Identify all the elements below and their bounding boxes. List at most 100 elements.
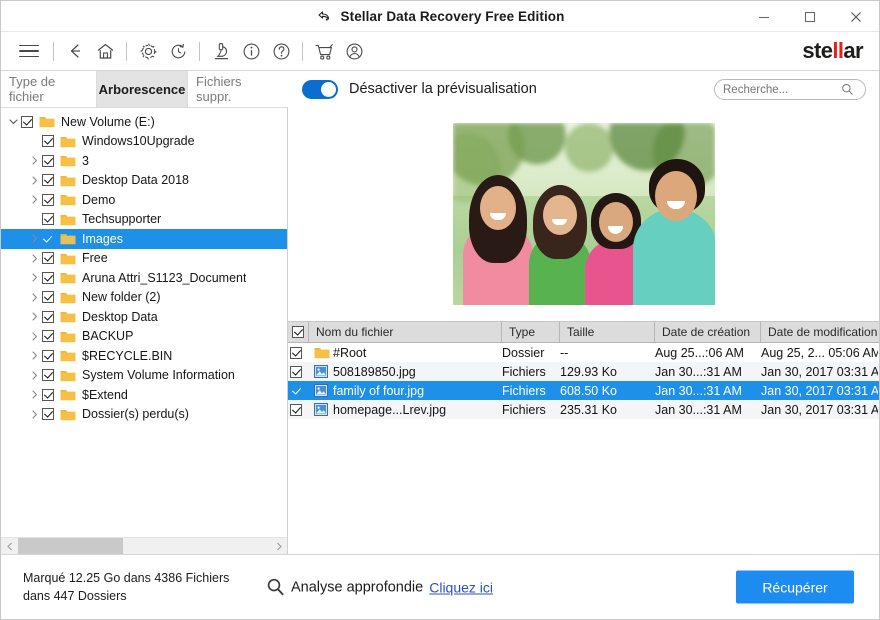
search-input[interactable]: [723, 83, 841, 96]
tree-item-checkbox[interactable]: [42, 233, 54, 245]
tree-item-checkbox[interactable]: [42, 388, 54, 401]
tree-expand-down-icon[interactable]: [5, 117, 21, 126]
row-checkbox[interactable]: [289, 346, 302, 359]
tree-expand-right-icon[interactable]: [26, 390, 42, 399]
tree-item-checkbox[interactable]: [42, 154, 54, 167]
tree-item-checkbox[interactable]: [42, 349, 54, 362]
user-account-icon[interactable]: [339, 36, 369, 66]
tab-file-type[interactable]: Type de fichier: [1, 71, 97, 107]
column-header-name[interactable]: Nom du fichier: [309, 322, 502, 342]
tree-item-checkbox[interactable]: [42, 252, 54, 265]
deep-scan-link[interactable]: Cliquez ici: [429, 579, 493, 595]
tree-item[interactable]: Aruna Attri_S1123_Document: [1, 268, 287, 288]
tree-item[interactable]: New Volume (E:): [1, 112, 287, 132]
scroll-track[interactable]: [18, 537, 270, 555]
tree-expand-right-icon[interactable]: [26, 195, 42, 204]
help-question-icon[interactable]: [266, 36, 296, 66]
tree-expand-right-icon[interactable]: [26, 234, 42, 243]
tree-item-checkbox[interactable]: [21, 115, 33, 128]
maximize-button[interactable]: [787, 1, 833, 32]
tree-item[interactable]: Free: [1, 249, 287, 269]
tree-horizontal-scrollbar[interactable]: [1, 537, 287, 555]
select-all-header[interactable]: [288, 322, 309, 342]
tree-item-checkbox[interactable]: [42, 310, 54, 323]
magnifier-icon: [266, 578, 285, 597]
tree-item-checkbox[interactable]: [42, 369, 54, 382]
select-all-checkbox[interactable]: [292, 326, 304, 338]
column-header-type[interactable]: Type: [502, 322, 560, 342]
cell-modified: Jan 30, 2017 03:31 AM: [761, 364, 878, 379]
row-checkbox[interactable]: [289, 403, 302, 416]
tree-expand-right-icon[interactable]: [26, 273, 42, 282]
table-row[interactable]: family of four.jpg Fichiers 608.50 Ko Jan 3…: [288, 381, 879, 400]
back-arrow-icon[interactable]: [60, 36, 90, 66]
folder-tree-panel[interactable]: New Volume (E:) Windows10Upgrade 3 Desktop …: [1, 107, 287, 537]
tree-item-checkbox[interactable]: [42, 291, 54, 304]
tree-item[interactable]: System Volume Information: [1, 366, 287, 386]
disable-preview-toggle[interactable]: [302, 79, 338, 99]
tree-item[interactable]: New folder (2): [1, 288, 287, 308]
image-file-icon: [314, 384, 328, 397]
tree-expand-right-icon[interactable]: [26, 371, 42, 380]
tree-item[interactable]: Demo: [1, 190, 287, 210]
tree-item-checkbox[interactable]: [42, 193, 54, 206]
tree-item-checkbox[interactable]: [42, 174, 54, 187]
tree-item[interactable]: Images: [1, 229, 287, 249]
scroll-thumb[interactable]: [18, 537, 123, 555]
table-header-row: Nom du fichier Type Taille Date de créat…: [288, 322, 879, 343]
tree-expand-right-icon[interactable]: [26, 176, 42, 185]
tree-item-checkbox[interactable]: [42, 408, 54, 421]
tree-item[interactable]: Desktop Data 2018: [1, 171, 287, 191]
cell-created: Aug 25...:06 AM: [655, 345, 744, 360]
info-circle-icon[interactable]: [236, 36, 266, 66]
tree-expand-right-icon[interactable]: [26, 351, 42, 360]
tree-item[interactable]: $RECYCLE.BIN: [1, 346, 287, 366]
tree-expand-right-icon[interactable]: [26, 332, 42, 341]
table-row[interactable]: #Root Dossier -- Aug 25...:06 AM Aug 25, 2..…: [288, 343, 879, 362]
tree-item[interactable]: Desktop Data: [1, 307, 287, 327]
column-header-modified[interactable]: Date de modification: [761, 322, 878, 342]
tree-item[interactable]: $Extend: [1, 385, 287, 405]
tree-expand-right-icon[interactable]: [26, 410, 42, 419]
tree-expand-right-icon[interactable]: [26, 312, 42, 321]
shopping-cart-icon[interactable]: [309, 36, 339, 66]
tree-item[interactable]: BACKUP: [1, 327, 287, 347]
tree-item[interactable]: 3: [1, 151, 287, 171]
row-checkbox-cell[interactable]: [288, 403, 309, 416]
tree-item[interactable]: Windows10Upgrade: [1, 132, 287, 152]
row-checkbox-cell[interactable]: [288, 385, 309, 397]
tree-item-checkbox[interactable]: [42, 330, 54, 343]
row-checkbox[interactable]: [289, 365, 302, 378]
row-checkbox-cell[interactable]: [288, 346, 309, 359]
tree-expand-right-icon[interactable]: [26, 156, 42, 165]
tree-item-checkbox[interactable]: [42, 271, 54, 284]
application-window: Stellar Data Recovery Free Edition stell…: [0, 0, 880, 620]
table-body: #Root Dossier -- Aug 25...:06 AM Aug 25, 2..…: [288, 343, 879, 419]
column-header-size[interactable]: Taille: [560, 322, 655, 342]
tree-expand-right-icon[interactable]: [26, 254, 42, 263]
recover-button[interactable]: Récupérer: [736, 570, 854, 604]
column-header-created[interactable]: Date de création: [655, 322, 761, 342]
scroll-left-icon[interactable]: [1, 537, 18, 555]
close-button[interactable]: [833, 1, 879, 32]
scroll-right-icon[interactable]: [270, 537, 287, 555]
tab-tree-view[interactable]: Arborescence: [97, 71, 188, 107]
row-checkbox[interactable]: [290, 385, 302, 397]
table-row[interactable]: homepage...Lrev.jpg Fichiers 235.31 Ko Jan …: [288, 400, 879, 419]
hamburger-menu-icon[interactable]: [15, 37, 43, 65]
tree-item-checkbox[interactable]: [42, 135, 54, 148]
microscope-icon[interactable]: [206, 36, 236, 66]
tree-item[interactable]: Techsupporter: [1, 210, 287, 230]
history-clock-icon[interactable]: [163, 36, 193, 66]
tree-item-checkbox[interactable]: [42, 213, 54, 226]
table-row[interactable]: 508189850.jpg Fichiers 129.93 Ko Jan 30...:…: [288, 362, 879, 381]
tab-deleted-files[interactable]: Fichiers suppr.: [188, 71, 287, 107]
tree-item[interactable]: Dossier(s) perdu(s): [1, 405, 287, 425]
row-checkbox-cell[interactable]: [288, 365, 309, 378]
preview-image-family-of-four: [452, 123, 715, 305]
tree-expand-right-icon[interactable]: [26, 293, 42, 302]
search-box[interactable]: [714, 79, 866, 100]
home-icon[interactable]: [90, 36, 120, 66]
minimize-button[interactable]: [741, 1, 787, 32]
settings-gear-icon[interactable]: [133, 36, 163, 66]
